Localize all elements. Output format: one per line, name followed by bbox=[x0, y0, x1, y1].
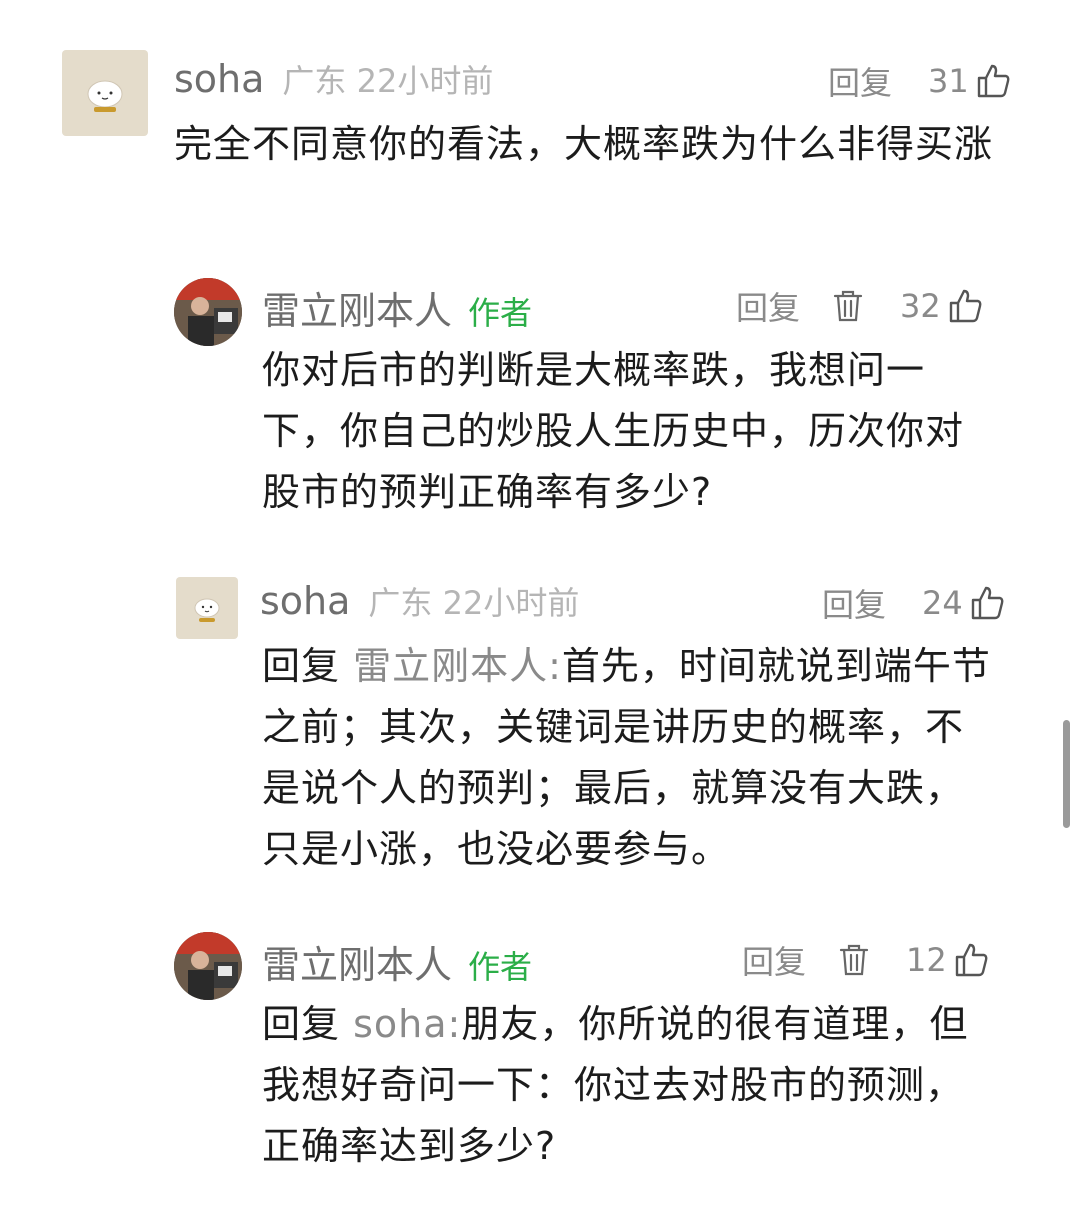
like-count: 12 bbox=[906, 941, 947, 979]
reply-to-user[interactable]: soha: bbox=[353, 1002, 461, 1046]
location-time: 广东 22小时前 bbox=[368, 584, 580, 622]
comment-actions: 回复 24 bbox=[822, 580, 1005, 626]
avatar[interactable] bbox=[176, 577, 238, 639]
reply-prefix: 回复 bbox=[262, 644, 341, 688]
comment-meta: 雷立刚本人 作者 bbox=[262, 934, 532, 989]
comment-actions: 回复 32 bbox=[736, 283, 983, 329]
avatar[interactable] bbox=[174, 278, 242, 346]
like-count: 31 bbox=[928, 62, 969, 100]
trash-icon[interactable] bbox=[838, 943, 870, 977]
username[interactable]: soha bbox=[260, 579, 350, 623]
thumbs-up-icon[interactable] bbox=[975, 63, 1011, 99]
comment-text: 你对后市的判断是大概率跌，我想问一下，你自己的炒股人生历史中，历次你对股市的预判… bbox=[262, 348, 965, 514]
avatar[interactable] bbox=[62, 50, 148, 136]
reply-button[interactable]: 回复 bbox=[822, 580, 886, 626]
author-badge: 作者 bbox=[468, 948, 533, 986]
thumbs-up-icon[interactable] bbox=[947, 288, 983, 324]
comment-text: 回复 雷立刚本人:首先，时间就说到端午节之前；其次，关键词是讲历史的概率，不是说… bbox=[262, 636, 1002, 880]
reply-to-user[interactable]: 雷立刚本人: bbox=[353, 644, 562, 688]
like-count: 24 bbox=[922, 584, 963, 622]
username[interactable]: 雷立刚本人 bbox=[262, 280, 452, 335]
comment-text: 完全不同意你的看法，大概率跌为什么非得买涨 bbox=[174, 122, 994, 166]
comment-meta: soha 广东 22小时前 bbox=[174, 56, 493, 102]
comment-meta: soha 广东 22小时前 bbox=[260, 578, 579, 624]
reply-button[interactable]: 回复 bbox=[742, 937, 806, 983]
comment-meta: 雷立刚本人 作者 bbox=[262, 280, 532, 335]
username[interactable]: 雷立刚本人 bbox=[262, 934, 452, 989]
avatar[interactable] bbox=[174, 932, 242, 1000]
reply-button[interactable]: 回复 bbox=[736, 283, 800, 329]
reply-button[interactable]: 回复 bbox=[828, 58, 892, 104]
reply-prefix: 回复 bbox=[262, 1002, 341, 1046]
comment-actions: 回复 31 bbox=[828, 58, 1011, 104]
comment-actions: 回复 12 bbox=[742, 937, 989, 983]
author-badge: 作者 bbox=[468, 294, 533, 332]
trash-icon[interactable] bbox=[832, 289, 864, 323]
username[interactable]: soha bbox=[174, 57, 264, 101]
location-time: 广东 22小时前 bbox=[282, 62, 494, 100]
like-count: 32 bbox=[900, 287, 941, 325]
comment-text: 回复 soha:朋友，你所说的很有道理，但我想好奇问一下：你过去对股市的预测，正… bbox=[262, 994, 1002, 1177]
scrollbar[interactable] bbox=[1063, 720, 1070, 828]
thumbs-up-icon[interactable] bbox=[953, 942, 989, 978]
thumbs-up-icon[interactable] bbox=[969, 585, 1005, 621]
